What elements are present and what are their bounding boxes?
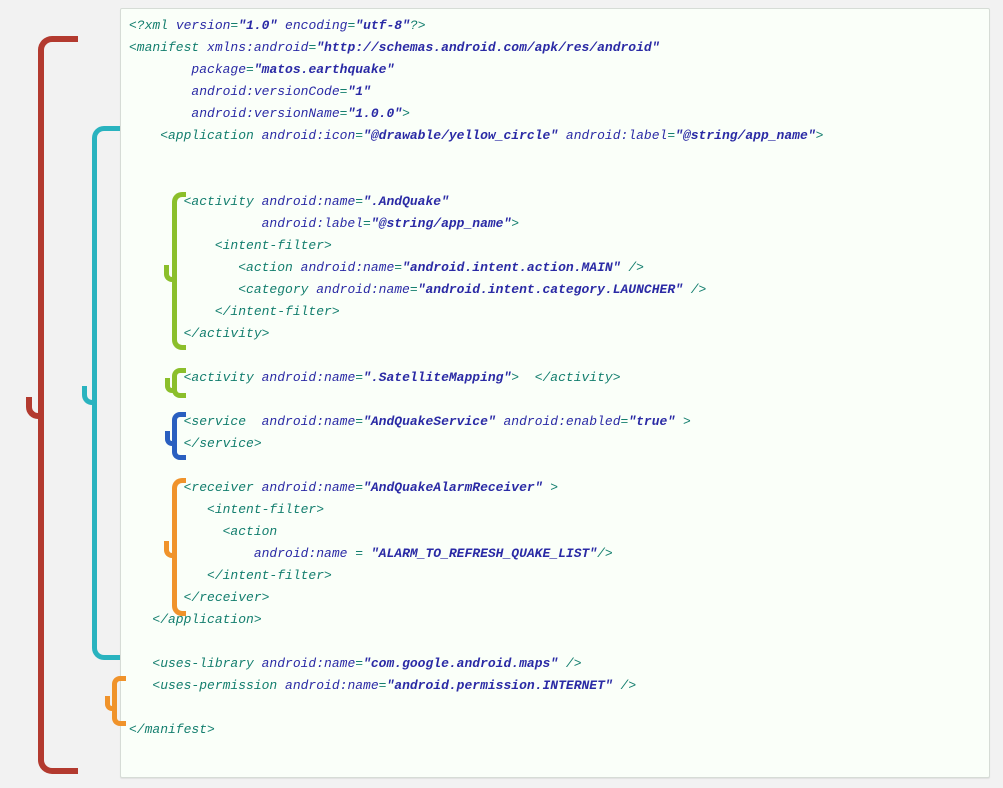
activity1-open: <activity — [129, 194, 262, 209]
activity-two-brace-icon — [172, 368, 186, 398]
val: "com.google.android.maps" — [363, 656, 558, 671]
activity2-open: <activity — [129, 370, 262, 385]
close: > — [511, 216, 519, 231]
attr: android:name — [262, 194, 356, 209]
val: "AndQuakeService" — [363, 414, 496, 429]
attr: android:icon — [262, 128, 356, 143]
action-open: <action — [129, 524, 277, 539]
attr: android:name — [316, 282, 410, 297]
application-brace-icon — [92, 126, 120, 660]
service-open: <service — [129, 414, 262, 429]
uses-permission: <uses-permission — [129, 678, 285, 693]
application-close: </application> — [129, 612, 262, 627]
val: "android.permission.INTERNET" — [386, 678, 612, 693]
attr: android:name — [262, 656, 356, 671]
attr: android:versionCode — [129, 84, 340, 99]
val: "1.0.0" — [347, 106, 402, 121]
eq: = — [355, 480, 363, 495]
close: /> — [621, 260, 644, 275]
attr: android:name — [301, 260, 395, 275]
intent-filter-close: </intent-filter> — [129, 304, 340, 319]
attr: android:name — [129, 546, 355, 561]
service-close: </service> — [129, 436, 262, 451]
val: "@drawable/yellow_circle" — [363, 128, 558, 143]
val: "android.intent.action.MAIN" — [402, 260, 620, 275]
attr: version — [176, 18, 231, 33]
eq: = — [355, 370, 363, 385]
manifest-open: <manifest — [129, 40, 207, 55]
manifest-close: </manifest> — [129, 722, 215, 737]
close: > </activity> — [511, 370, 620, 385]
uses-library: <uses-library — [129, 656, 262, 671]
val: "ALARM_TO_REFRESH_QUAKE_LIST" — [371, 546, 597, 561]
val: "matos.earthquake" — [254, 62, 394, 77]
uses-brace-icon — [112, 676, 126, 726]
attr: package — [129, 62, 246, 77]
attr: android:versionName — [129, 106, 340, 121]
val: ".SatelliteMapping" — [363, 370, 511, 385]
eq: = — [355, 414, 363, 429]
val: "utf-8" — [355, 18, 410, 33]
eq: = — [355, 194, 363, 209]
val: "1.0" — [238, 18, 277, 33]
action-open: <action — [129, 260, 301, 275]
eq: = — [394, 260, 402, 275]
attr: android:label — [129, 216, 363, 231]
eq: = — [355, 656, 363, 671]
attr: encoding — [277, 18, 347, 33]
val: ".AndQuake" — [363, 194, 449, 209]
attr: android:enabled — [496, 414, 621, 429]
receiver-close: </receiver> — [129, 590, 269, 605]
application-open: <application — [129, 128, 262, 143]
attr: android:label — [558, 128, 667, 143]
val: "@string/app_name" — [675, 128, 815, 143]
close: /> — [683, 282, 706, 297]
close: > — [816, 128, 824, 143]
close: > — [402, 106, 410, 121]
close: > — [675, 414, 691, 429]
val: "1" — [347, 84, 370, 99]
intent-filter-open: <intent-filter> — [129, 502, 324, 517]
val: "http://schemas.android.com/apk/res/andr… — [316, 40, 659, 55]
close: /> — [558, 656, 581, 671]
val: "AndQuakeAlarmReceiver" — [363, 480, 542, 495]
attr: xmlns:android — [207, 40, 308, 55]
val: "android.intent.category.LAUNCHER" — [418, 282, 683, 297]
eq: = — [667, 128, 675, 143]
eq: = — [355, 546, 371, 561]
service-brace-icon — [172, 412, 186, 460]
close: > — [543, 480, 559, 495]
attr: android:name — [262, 370, 356, 385]
category-open: <category — [129, 282, 316, 297]
intent-filter-open: <intent-filter> — [129, 238, 332, 253]
close: /> — [613, 678, 636, 693]
intent-filter-close: </intent-filter> — [129, 568, 332, 583]
manifest-brace-icon — [38, 36, 78, 774]
val: "true" — [628, 414, 675, 429]
attr: android:name — [262, 414, 356, 429]
xml-code-block: <?xml version = "1.0" encoding = "utf-8"?> <… — [120, 8, 990, 778]
receiver-open: <receiver — [129, 480, 262, 495]
val: "@string/app_name" — [371, 216, 511, 231]
page-stage: <?xml version = "1.0" encoding = "utf-8"?> <… — [0, 0, 1003, 788]
close: /> — [597, 546, 613, 561]
attr: android:name — [285, 678, 379, 693]
xml-decl: <?xml — [129, 18, 176, 33]
close: ?> — [410, 18, 426, 33]
eq: = — [355, 128, 363, 143]
activity-one-brace-icon — [172, 192, 186, 350]
attr: android:name — [262, 480, 356, 495]
eq: = — [410, 282, 418, 297]
eq: = — [363, 216, 371, 231]
eq: = — [246, 62, 254, 77]
receiver-brace-icon — [172, 478, 186, 616]
activity1-close: </activity> — [129, 326, 269, 341]
